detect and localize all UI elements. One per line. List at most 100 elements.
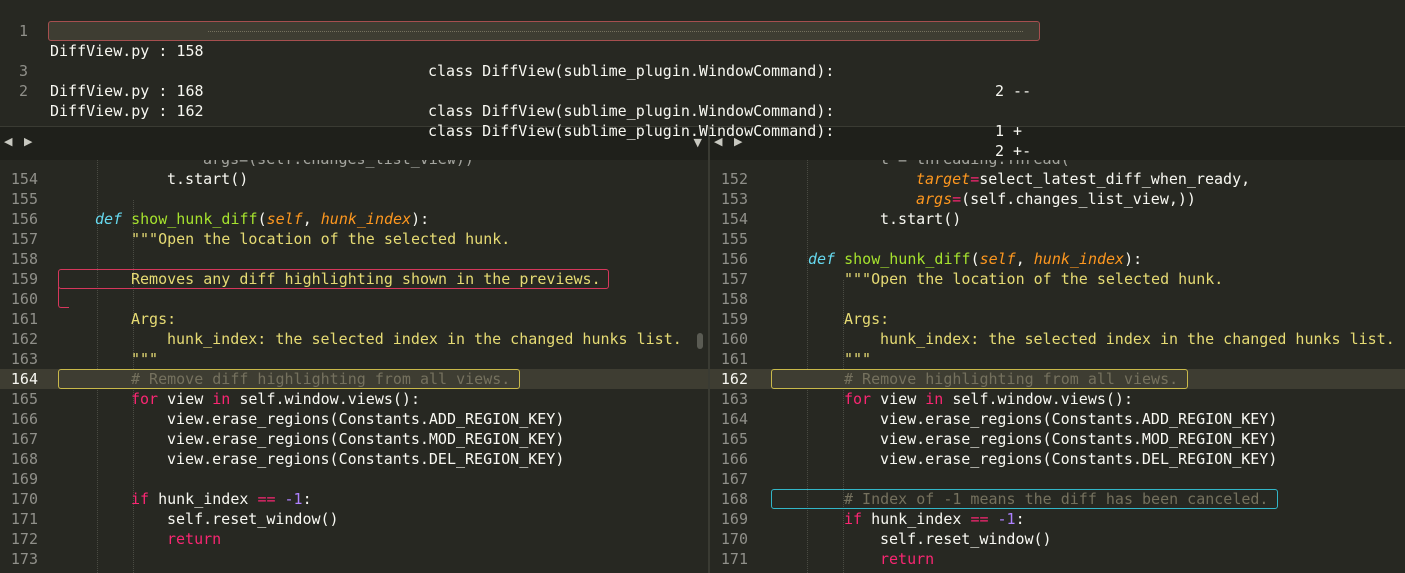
code-text: if hunk_index == -1: bbox=[844, 510, 1025, 528]
line-number: 169 bbox=[720, 510, 748, 528]
result-context: class DiffView(sublime_plugin.WindowComm… bbox=[428, 62, 835, 80]
line-number: 169 bbox=[10, 470, 38, 488]
code-text: self.reset_window() bbox=[167, 510, 339, 528]
result-row-selected[interactable]: 2 DiffView.py : 162 class DiffView(subli… bbox=[0, 21, 1405, 160]
line-number: 162 bbox=[720, 370, 748, 388]
code-text: # Index of -1 means the diff has been ca… bbox=[844, 490, 1269, 508]
code-line: 171 return bbox=[710, 549, 1405, 569]
line-number: 173 bbox=[10, 550, 38, 568]
line-number: 172 bbox=[10, 530, 38, 548]
code-text: """Open the location of the selected hun… bbox=[844, 270, 1224, 288]
code-line: 160 hunk_index: the selected index in the… bbox=[710, 329, 1405, 349]
code-text: # Remove highlighting from all views. bbox=[844, 370, 1179, 388]
result-file-location: DiffView.py : 168 bbox=[50, 82, 204, 100]
code-text: """ bbox=[844, 350, 872, 368]
code-text: hunk_index: the selected index in the ch… bbox=[167, 330, 682, 348]
code-line: 161 """ bbox=[710, 349, 1405, 369]
result-row[interactable]: 3 DiffView.py : 168 class DiffView(subli… bbox=[0, 41, 1405, 140]
code-line: 170 self.reset_window() bbox=[710, 529, 1405, 549]
line-number: 167 bbox=[10, 430, 38, 448]
current-code-line: 162 # Remove highlighting from all views. bbox=[710, 369, 1405, 389]
code-text: args=(self.changes_list_view,)) bbox=[916, 190, 1196, 208]
result-change-count: 2 -- bbox=[995, 82, 1032, 100]
code-text: view.erase_regions(Constants.DEL_REGION_… bbox=[167, 450, 565, 468]
code-text: target=select_latest_diff_when_ready, bbox=[916, 170, 1251, 188]
code-line: 155 bbox=[0, 189, 708, 209]
line-number: 155 bbox=[720, 230, 748, 248]
right-editor-pane[interactable]: t = threading.Thread( 152 target=select_l… bbox=[710, 160, 1405, 573]
result-file-location: DiffView.py : 162 bbox=[50, 102, 204, 120]
line-number: 156 bbox=[10, 210, 38, 228]
code-line: args=(self.changes_list_view)) bbox=[0, 160, 708, 169]
code-text: self.reset_window() bbox=[880, 530, 1052, 548]
result-line-number: 1 bbox=[18, 22, 28, 40]
code-text: if hunk_index == -1: bbox=[131, 490, 312, 508]
result-change-count: 2 +- bbox=[995, 142, 1032, 160]
code-line: 168 # Index of -1 means the diff has been… bbox=[710, 489, 1405, 509]
code-line: 167 bbox=[710, 469, 1405, 489]
left-editor-pane[interactable]: args=(self.changes_list_view)) 154 t.star… bbox=[0, 160, 708, 573]
line-number: 158 bbox=[720, 290, 748, 308]
code-line: 153 args=(self.changes_list_view,)) bbox=[710, 189, 1405, 209]
tab-scroll-arrows-icon[interactable]: ◀ ▶ bbox=[4, 135, 36, 148]
code-line: 169 if hunk_index == -1: bbox=[710, 509, 1405, 529]
code-line: 158 bbox=[710, 289, 1405, 309]
line-number: 159 bbox=[10, 270, 38, 288]
code-lines: args=(self.changes_list_view)) 154 t.star… bbox=[0, 160, 708, 569]
line-number: 157 bbox=[10, 230, 38, 248]
code-line: 163 """ bbox=[0, 349, 708, 369]
code-text: t.start() bbox=[880, 210, 962, 228]
line-number: 161 bbox=[10, 310, 38, 328]
line-number: 168 bbox=[10, 450, 38, 468]
code-line: 172 return bbox=[0, 529, 708, 549]
code-line: 152 target=select_latest_diff_when_ready, bbox=[710, 169, 1405, 189]
line-number: 159 bbox=[720, 310, 748, 328]
line-number: 170 bbox=[10, 490, 38, 508]
partial-code-text: t = threading.Thread( bbox=[880, 160, 1070, 169]
line-number: 154 bbox=[720, 210, 748, 228]
code-text: return bbox=[167, 530, 222, 548]
code-text: def show_hunk_diff(self, hunk_index): bbox=[95, 210, 430, 228]
code-text: return bbox=[880, 550, 935, 568]
code-line: 166 view.erase_regions(Constants.ADD_REGI… bbox=[0, 409, 708, 429]
code-line: 166 view.erase_regions(Constants.DEL_REGI… bbox=[710, 449, 1405, 469]
line-number: 166 bbox=[10, 410, 38, 428]
result-change-count: 1 + bbox=[995, 122, 1023, 140]
code-text: view.erase_regions(Constants.MOD_REGION_… bbox=[167, 430, 565, 448]
line-number: 154 bbox=[10, 170, 38, 188]
line-number: 163 bbox=[10, 350, 38, 368]
code-text: Args: bbox=[844, 310, 890, 328]
partial-code-text: args=(self.changes_list_view)) bbox=[203, 160, 474, 169]
code-lines: t = threading.Thread( 152 target=select_l… bbox=[710, 160, 1405, 569]
dotted-leader bbox=[208, 31, 1023, 32]
code-line: 157 """Open the location of the selected … bbox=[710, 269, 1405, 289]
result-line-number: 3 bbox=[18, 62, 28, 80]
line-number: 166 bbox=[720, 450, 748, 468]
line-number: 170 bbox=[720, 530, 748, 548]
code-line: 160 bbox=[0, 289, 708, 309]
code-line: 165 view.erase_regions(Constants.MOD_REGI… bbox=[710, 429, 1405, 449]
code-line: 156 def show_hunk_diff(self, hunk_index): bbox=[0, 209, 708, 229]
code-text: view.erase_regions(Constants.MOD_REGION_… bbox=[880, 430, 1278, 448]
line-number: 156 bbox=[720, 250, 748, 268]
code-line: 154 t.start() bbox=[0, 169, 708, 189]
minimap-scroll-handle[interactable] bbox=[697, 333, 703, 349]
code-line: 170 if hunk_index == -1: bbox=[0, 489, 708, 509]
code-text: """Open the location of the selected hun… bbox=[131, 230, 511, 248]
code-text: def show_hunk_diff(self, hunk_index): bbox=[808, 250, 1143, 268]
line-number: 162 bbox=[10, 330, 38, 348]
code-line: 173 bbox=[0, 549, 708, 569]
code-text: view.erase_regions(Constants.ADD_REGION_… bbox=[880, 410, 1278, 428]
code-line: 159 Removes any diff highlighting shown i… bbox=[0, 269, 708, 289]
code-line: 171 self.reset_window() bbox=[0, 509, 708, 529]
code-line: 154 t.start() bbox=[710, 209, 1405, 229]
code-line: 165 for view in self.window.views(): bbox=[0, 389, 708, 409]
code-text: for view in self.window.views(): bbox=[844, 390, 1133, 408]
result-row[interactable]: 1 DiffView.py : 158 class DiffView(subli… bbox=[0, 1, 1405, 100]
code-text: view.erase_regions(Constants.DEL_REGION_… bbox=[880, 450, 1278, 468]
code-line: 161 Args: bbox=[0, 309, 708, 329]
line-number: 155 bbox=[10, 190, 38, 208]
line-number: 160 bbox=[720, 330, 748, 348]
line-number: 164 bbox=[10, 370, 38, 388]
line-number: 161 bbox=[720, 350, 748, 368]
